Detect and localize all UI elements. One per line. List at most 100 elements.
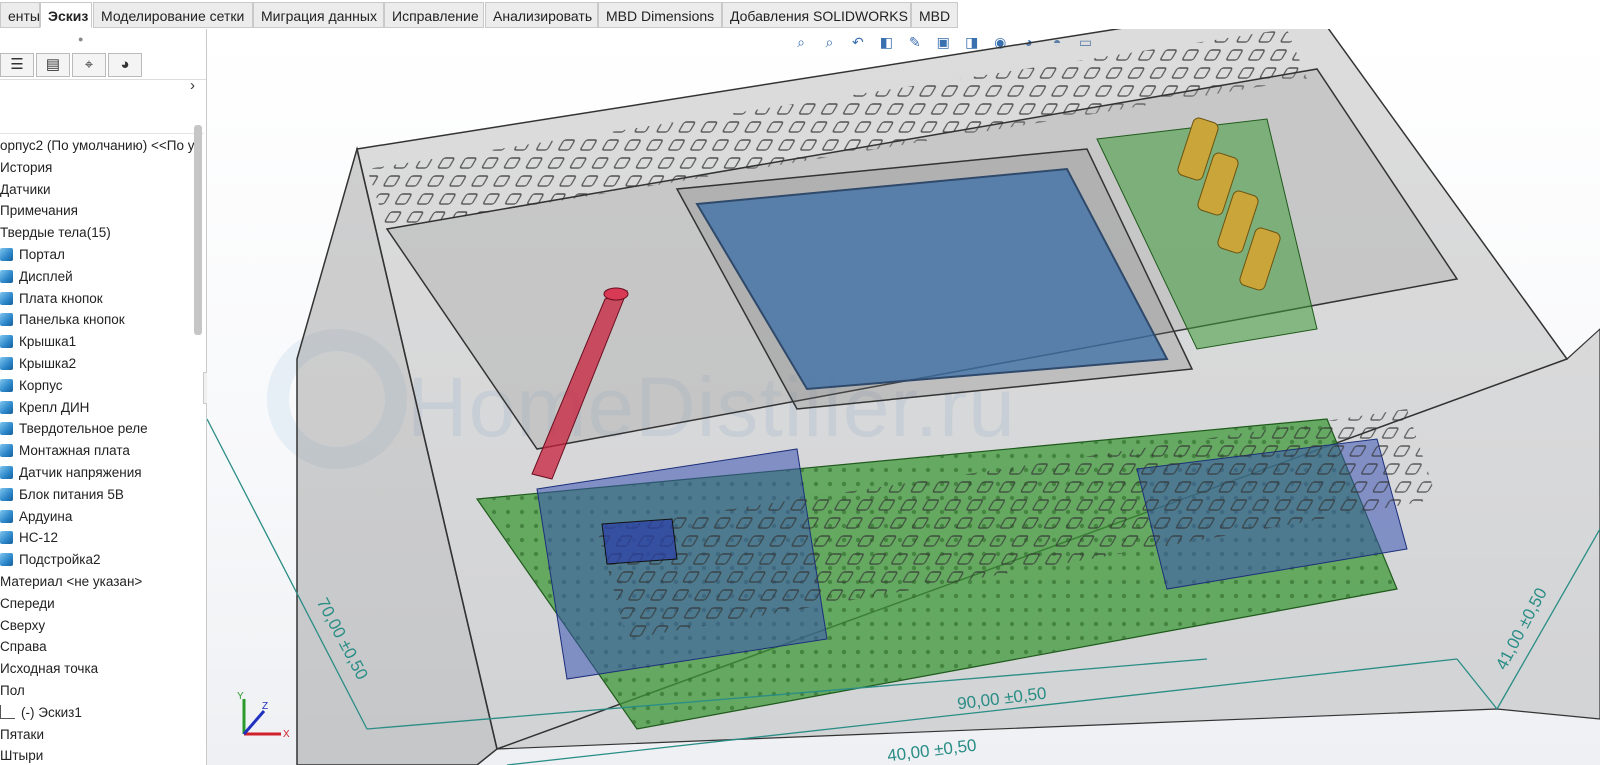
tab-3[interactable]: Миграция данных: [253, 2, 384, 28]
tree-item-label: Крышка2: [19, 355, 77, 371]
solid-body-icon: [0, 335, 13, 349]
tree-item[interactable]: История: [0, 157, 196, 179]
tab-0[interactable]: енты: [0, 2, 40, 28]
tree-item[interactable]: Примечания: [0, 200, 196, 222]
feature-manager-panel: ● ☰ ▤ ⌖ ◕ › орпус2 (По умолчанию) <<По у…: [0, 29, 207, 765]
tree-item-label: История: [0, 159, 53, 175]
tree-item[interactable]: Портал: [0, 244, 196, 266]
solid-body-icon: [0, 269, 13, 283]
tree-item[interactable]: Датчики: [0, 179, 196, 201]
tree-item[interactable]: Твердотельное реле: [0, 418, 196, 440]
tree-item[interactable]: (-) Эскиз1: [0, 702, 196, 724]
tree-item[interactable]: Блок питания 5В: [0, 484, 196, 506]
triad-z-label: Z: [262, 701, 268, 712]
tab-8[interactable]: MBD: [911, 2, 958, 28]
display-manager-icon[interactable]: ◕: [108, 53, 142, 77]
solid-body-icon: [0, 356, 13, 370]
tree-item[interactable]: Спереди: [0, 593, 196, 615]
tree-filter-area[interactable]: [0, 81, 204, 134]
tree-item[interactable]: Дисплей: [0, 266, 196, 288]
solid-body-icon: [0, 531, 13, 545]
tree-item[interactable]: Датчик напряжения: [0, 462, 196, 484]
property-manager-icon[interactable]: ▤: [36, 53, 70, 77]
solid-body-icon: [0, 400, 13, 414]
tree-item[interactable]: орпус2 (По умолчанию) <<По у: [0, 135, 196, 157]
tree-item-label: Пол: [0, 682, 25, 698]
tree-item[interactable]: Сверху: [0, 615, 196, 637]
tree-item-label: Датчики: [0, 181, 51, 197]
triad-y-label: Y: [237, 691, 244, 702]
tree-item-label: Твердотельное реле: [19, 421, 148, 437]
sketch-icon: [0, 704, 15, 719]
tree-item-label: Пятаки: [0, 726, 45, 742]
solid-body-icon: [0, 422, 13, 436]
panel-grip-icon[interactable]: ●: [78, 34, 83, 44]
tree-item-label: Штыри: [0, 748, 44, 764]
tree-item-label: Спереди: [0, 595, 55, 611]
tree-item-label: Подстройка2: [19, 552, 101, 568]
solid-body-icon: [0, 444, 13, 458]
tree-item[interactable]: Крышка2: [0, 353, 196, 375]
tree-item-label: Датчик напряжения: [19, 464, 142, 480]
tab-5[interactable]: Анализировать: [485, 2, 598, 28]
tree-item[interactable]: Крышка1: [0, 331, 196, 353]
tree-item-label: Исходная точка: [0, 661, 99, 677]
tree-item-label: Справа: [0, 639, 47, 655]
tree-item[interactable]: Пол: [0, 680, 196, 702]
voltage-sensor[interactable]: [601, 518, 678, 565]
tree-item[interactable]: HC-12: [0, 527, 196, 549]
solid-body-icon: [0, 487, 13, 501]
tree-item[interactable]: Пятаки: [0, 724, 196, 746]
tree-item-label: Материал <не указан>: [0, 573, 143, 589]
solid-body-icon: [0, 553, 13, 567]
tree-item-label: Крышка1: [19, 334, 77, 350]
tab-2[interactable]: Моделирование сетки: [93, 2, 253, 28]
tree-item[interactable]: Ардуина: [0, 506, 196, 528]
feature-manager-toolbar: ☰ ▤ ⌖ ◕ ›: [0, 51, 206, 94]
axis-triad: Y X Z: [237, 691, 290, 740]
configuration-manager-icon[interactable]: ⌖: [72, 53, 106, 77]
tree-item-label: орпус2 (По умолчанию) <<По у: [0, 138, 195, 153]
tab-6[interactable]: MBD Dimensions: [598, 2, 722, 28]
solid-body-icon: [0, 378, 13, 392]
solid-body-icon: [0, 247, 13, 261]
tree-item[interactable]: Твердые тела(15): [0, 222, 196, 244]
3d-model[interactable]: [207, 29, 1600, 765]
feature-tree-icon[interactable]: ☰: [0, 53, 34, 77]
tree-item-label: Монтажная плата: [19, 443, 130, 459]
tab-4[interactable]: Исправление: [384, 2, 484, 28]
tree-item[interactable]: Плата кнопок: [0, 288, 196, 310]
feature-tree: орпус2 (По умолчанию) <<По у История Датчи…: [0, 135, 196, 765]
tree-item-label: Твердые тела(15): [0, 225, 111, 241]
tree-item-label: Панелька кнопок: [19, 312, 125, 328]
tree-item[interactable]: Справа: [0, 636, 196, 658]
tree-item-label: (-) Эскиз1: [21, 704, 82, 720]
solid-body-icon: [0, 291, 13, 305]
tree-item-label: Ардуина: [19, 508, 73, 524]
tree-item-label: Портал: [19, 246, 65, 262]
tree-item-label: Корпус: [19, 377, 63, 393]
tree-item[interactable]: Подстройка2: [0, 549, 196, 571]
tab-1[interactable]: Эскиз: [40, 2, 92, 28]
tree-item[interactable]: Корпус: [0, 375, 196, 397]
solid-body-icon: [0, 509, 13, 523]
tree-item-label: Дисплей: [19, 268, 73, 284]
tree-item-label: Крепл ДИН: [19, 399, 90, 415]
tree-item-label: Плата кнопок: [19, 290, 103, 306]
tree-item[interactable]: Монтажная плата: [0, 440, 196, 462]
tree-scrollbar[interactable]: [194, 125, 202, 335]
command-manager-tabs: енты Эскиз Моделирование сетки Миграция дан…: [0, 0, 1600, 29]
tree-item[interactable]: Панелька кнопок: [0, 309, 196, 331]
tree-item-label: Сверху: [0, 617, 46, 633]
tab-7[interactable]: Добавления SOLIDWORKS: [722, 2, 911, 28]
tree-item[interactable]: Крепл ДИН: [0, 397, 196, 419]
tree-item-label: HC-12: [19, 530, 59, 546]
tree-item[interactable]: Штыри: [0, 745, 196, 765]
tree-item-label: Блок питания 5В: [19, 486, 124, 502]
solid-body-icon: [0, 313, 13, 327]
tree-item[interactable]: Исходная точка: [0, 658, 196, 680]
tree-item[interactable]: Материал <не указан>: [0, 571, 196, 593]
tree-item-label: Примечания: [0, 203, 78, 219]
graphics-area[interactable]: ⌕ ⌕ ↶ ◧ ✎ ▣ ◨ ◉ ◕ ◓ ▭ HomeDistiller.ru 7…: [207, 29, 1600, 765]
solid-body-icon: [0, 465, 13, 479]
